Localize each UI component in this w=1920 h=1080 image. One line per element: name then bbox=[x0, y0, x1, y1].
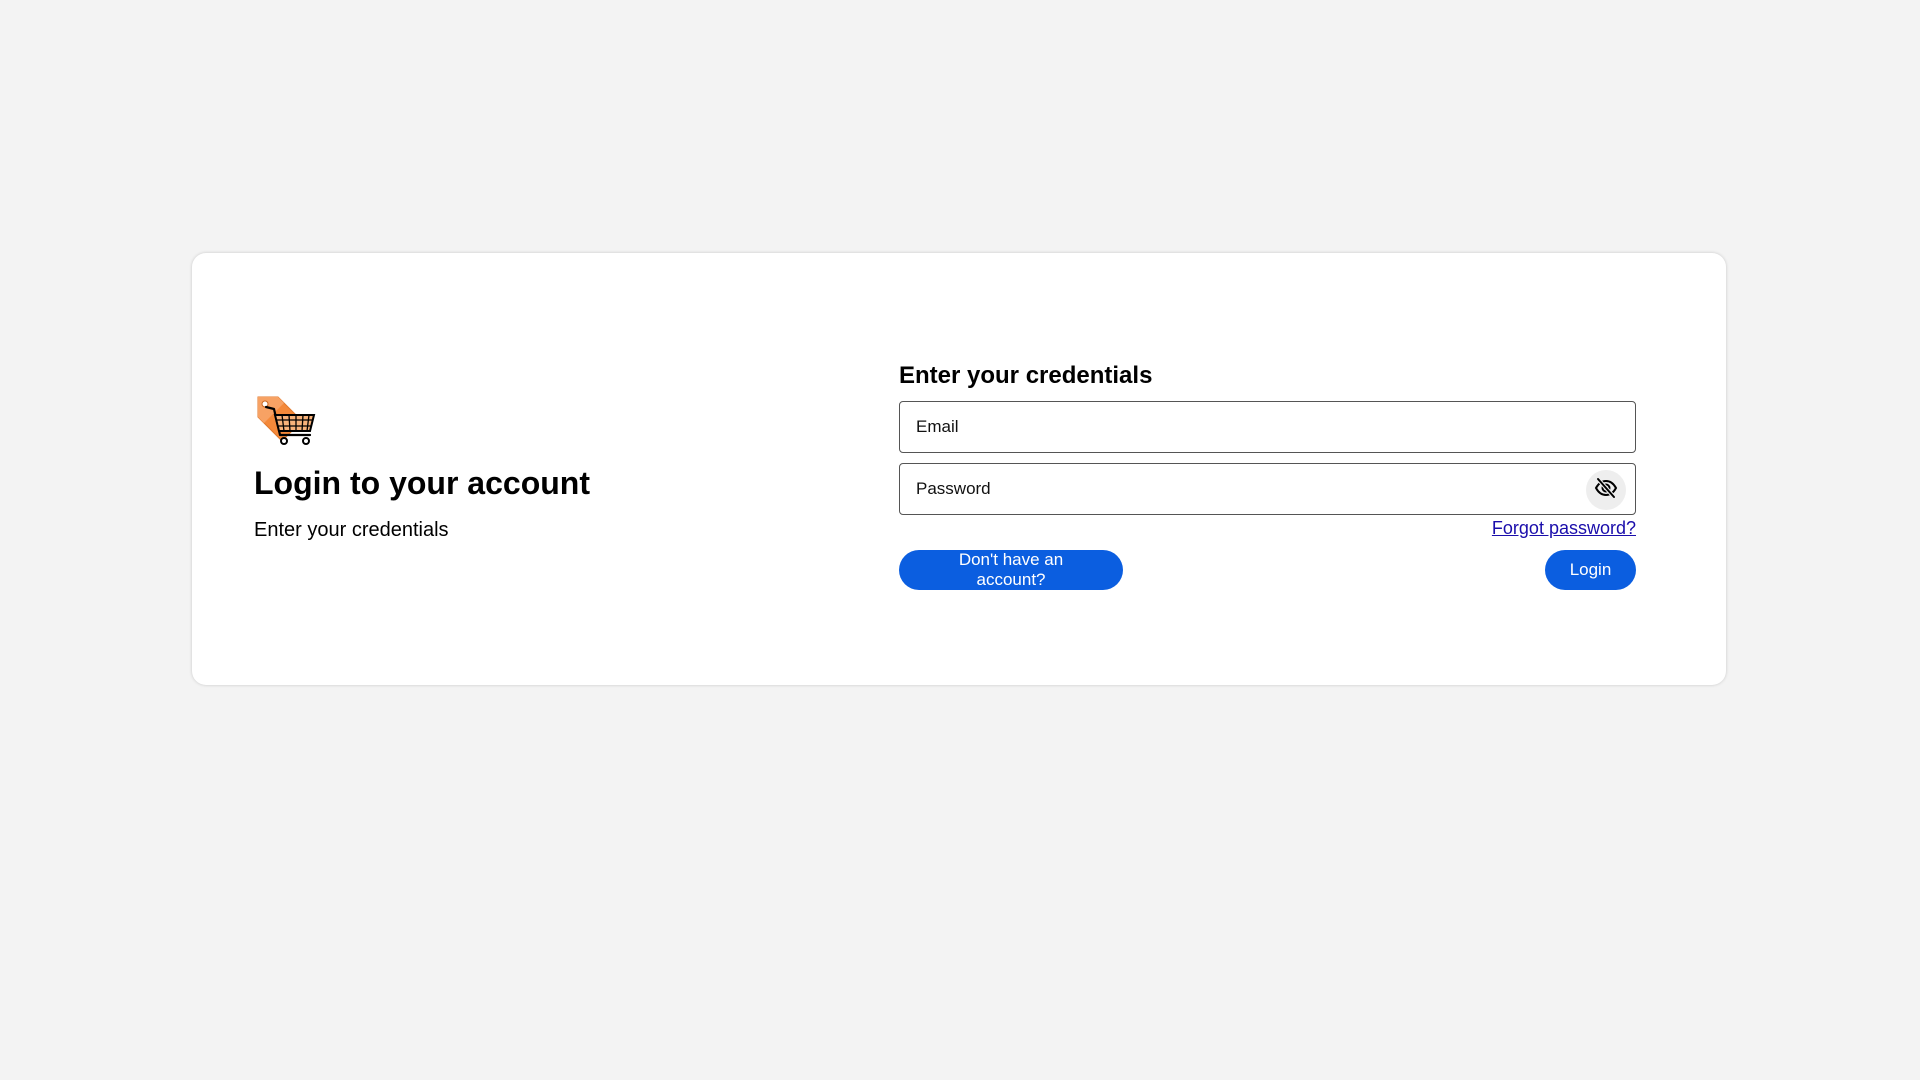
forgot-password-link[interactable]: Forgot password? bbox=[1492, 518, 1636, 538]
eye-off-icon bbox=[1594, 476, 1618, 505]
email-field[interactable] bbox=[900, 402, 1635, 452]
page-subtitle: Enter your credentials bbox=[254, 519, 449, 541]
password-field[interactable] bbox=[900, 464, 1635, 514]
shopping-cart-tag-icon bbox=[254, 393, 814, 455]
page-title: Login to your account bbox=[254, 465, 590, 501]
toggle-password-visibility-button[interactable] bbox=[1586, 470, 1626, 510]
signup-button[interactable]: Don't have an account? bbox=[899, 550, 1123, 590]
login-form: Enter your credentials Forgot password? bbox=[899, 361, 1636, 590]
login-button[interactable]: Login bbox=[1545, 550, 1636, 590]
branding-panel: Login to your account Enter your credent… bbox=[254, 393, 814, 543]
form-heading: Enter your credentials bbox=[899, 362, 1153, 389]
password-field-wrapper bbox=[899, 463, 1636, 515]
login-card: Login to your account Enter your credent… bbox=[192, 253, 1726, 685]
email-field-wrapper bbox=[899, 401, 1636, 453]
forgot-password-row: Forgot password? bbox=[899, 516, 1636, 540]
form-actions: Don't have an account? Login bbox=[899, 550, 1636, 590]
